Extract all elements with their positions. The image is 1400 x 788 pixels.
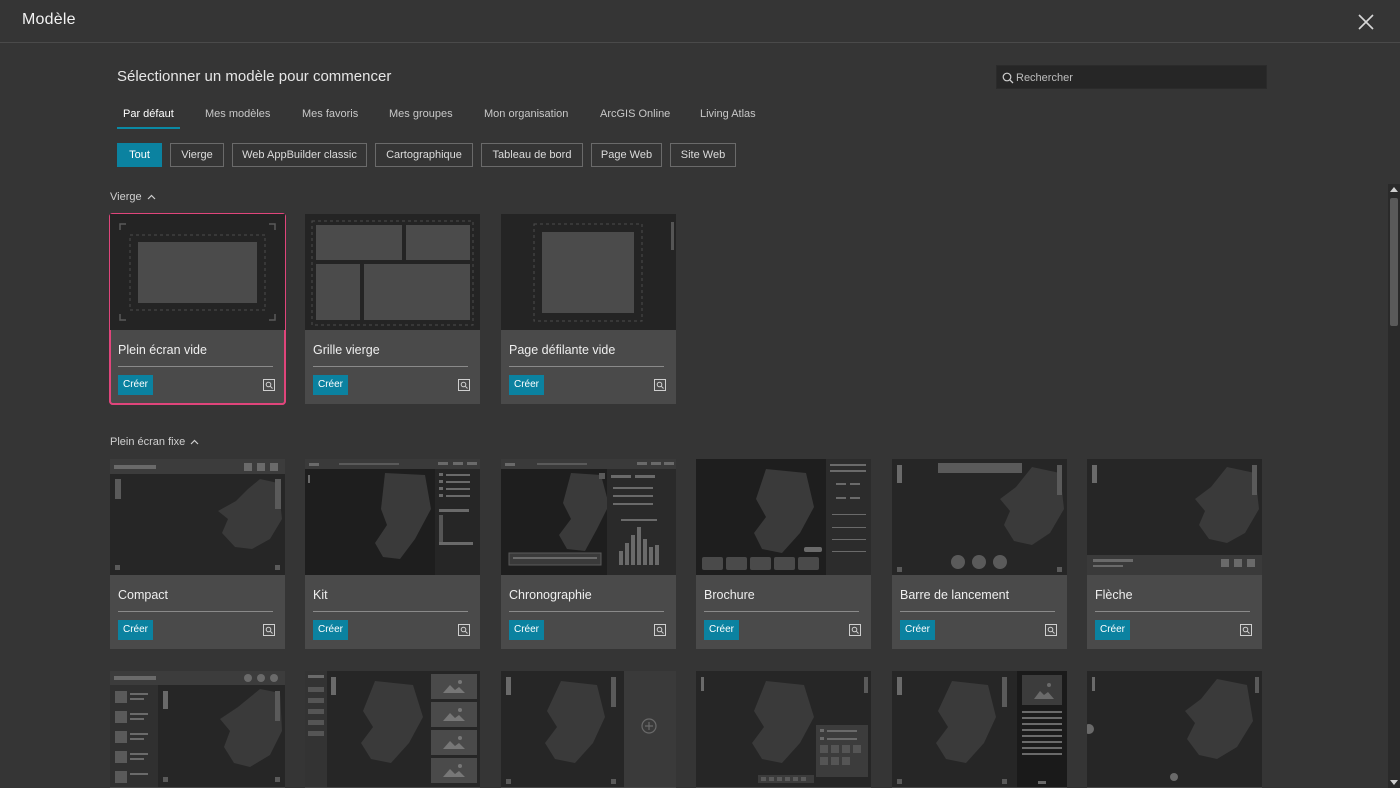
divider xyxy=(1095,611,1250,612)
filter-page-web[interactable]: Page Web xyxy=(591,143,662,167)
create-button[interactable]: Créer xyxy=(509,375,545,395)
divider xyxy=(509,611,664,612)
filter-tout[interactable]: Tout xyxy=(117,143,162,167)
tab-living-atlas[interactable]: Living Atlas xyxy=(700,108,756,129)
divider xyxy=(900,611,1055,612)
template-name: Chronographie xyxy=(509,588,592,602)
template-thumbnail xyxy=(110,214,285,330)
preview-icon[interactable] xyxy=(849,624,861,636)
preview-icon[interactable] xyxy=(458,379,470,391)
template-name: Flèche xyxy=(1095,588,1133,602)
filter-web-appbuilder[interactable]: Web AppBuilder classic xyxy=(232,143,367,167)
search-box[interactable] xyxy=(996,65,1267,89)
scrollbar-thumb[interactable] xyxy=(1390,198,1398,326)
create-button[interactable]: Créer xyxy=(704,620,740,640)
template-card-brochure[interactable]: Brochure Créer xyxy=(696,459,871,649)
create-button[interactable]: Créer xyxy=(313,620,349,640)
template-card[interactable] xyxy=(305,671,480,788)
template-card-page-defilante-vide[interactable]: Page défilante vide Créer xyxy=(501,214,676,404)
template-card[interactable] xyxy=(892,671,1067,788)
create-button[interactable]: Créer xyxy=(1095,620,1131,640)
create-button[interactable]: Créer xyxy=(509,620,545,640)
template-card[interactable] xyxy=(1087,671,1262,788)
page-heading: Sélectionner un modèle pour commencer xyxy=(117,68,392,85)
template-thumbnail xyxy=(892,459,1067,575)
divider xyxy=(118,366,273,367)
template-thumbnail xyxy=(1087,459,1262,575)
divider xyxy=(704,611,859,612)
scrollbar[interactable] xyxy=(1388,184,1400,788)
template-card-plein-ecran-vide[interactable]: Plein écran vide Créer xyxy=(109,213,286,405)
template-thumbnail xyxy=(696,459,871,575)
tab-mon-organisation[interactable]: Mon organisation xyxy=(484,108,568,129)
section-header-vierge[interactable]: Vierge xyxy=(110,191,156,203)
create-button[interactable]: Créer xyxy=(118,375,154,395)
create-button[interactable]: Créer xyxy=(900,620,936,640)
divider xyxy=(313,611,468,612)
template-name: Plein écran vide xyxy=(118,343,207,357)
section-title: Vierge xyxy=(110,191,142,203)
dialog-title: Modèle xyxy=(22,11,76,28)
preview-icon[interactable] xyxy=(654,624,666,636)
tab-arcgis-online[interactable]: ArcGIS Online xyxy=(600,108,670,129)
section-title: Plein écran fixe xyxy=(110,436,186,448)
divider xyxy=(313,366,468,367)
template-thumbnail xyxy=(305,459,480,575)
template-thumbnail xyxy=(892,671,1067,787)
create-button[interactable]: Créer xyxy=(313,375,349,395)
tab-mes-groupes[interactable]: Mes groupes xyxy=(389,108,453,129)
divider xyxy=(118,611,273,612)
template-thumbnail xyxy=(696,671,871,787)
tab-mes-modeles[interactable]: Mes modèles xyxy=(205,108,270,129)
preview-icon[interactable] xyxy=(263,624,275,636)
template-card-chronographie[interactable]: Chronographie Créer xyxy=(501,459,676,649)
filter-cartographique[interactable]: Cartographique xyxy=(375,143,473,167)
preview-icon[interactable] xyxy=(263,379,275,391)
template-card-kit[interactable]: Kit Créer xyxy=(305,459,480,649)
filter-tableau-de-bord[interactable]: Tableau de bord xyxy=(481,143,583,167)
template-card[interactable] xyxy=(696,671,871,788)
template-name: Page défilante vide xyxy=(509,343,616,357)
template-name: Brochure xyxy=(704,588,755,602)
scroll-up-arrow-icon[interactable] xyxy=(1390,186,1398,192)
template-thumbnail xyxy=(305,671,480,787)
template-card[interactable] xyxy=(501,671,676,788)
chevron-up-icon xyxy=(147,191,156,203)
template-name: Barre de lancement xyxy=(900,588,1010,602)
template-card-compact[interactable]: Compact Créer xyxy=(110,459,285,649)
template-card-barre-de-lancement[interactable]: Barre de lancement Créer xyxy=(892,459,1067,649)
search-input[interactable] xyxy=(1016,69,1256,86)
close-icon xyxy=(1358,14,1374,30)
template-thumbnail xyxy=(501,459,676,575)
template-name: Compact xyxy=(118,588,169,602)
search-icon xyxy=(1002,72,1014,84)
close-button[interactable] xyxy=(1356,12,1376,32)
preview-icon[interactable] xyxy=(458,624,470,636)
template-name: Grille vierge xyxy=(313,343,380,357)
template-card[interactable] xyxy=(110,671,285,788)
tab-par-defaut[interactable]: Par défaut xyxy=(117,108,180,129)
filter-vierge[interactable]: Vierge xyxy=(170,143,224,167)
filter-site-web[interactable]: Site Web xyxy=(670,143,736,167)
scroll-down-arrow-icon[interactable] xyxy=(1390,780,1398,786)
template-thumbnail xyxy=(305,214,480,330)
tab-mes-favoris[interactable]: Mes favoris xyxy=(302,108,358,129)
preview-icon[interactable] xyxy=(654,379,666,391)
create-button[interactable]: Créer xyxy=(118,620,154,640)
preview-icon[interactable] xyxy=(1045,624,1057,636)
template-card-grille-vierge[interactable]: Grille vierge Créer xyxy=(305,214,480,404)
template-name: Kit xyxy=(313,588,328,602)
dialog-titlebar: Modèle xyxy=(0,0,1400,43)
section-header-plein-ecran-fixe[interactable]: Plein écran fixe xyxy=(110,436,199,448)
preview-icon[interactable] xyxy=(1240,624,1252,636)
template-thumbnail xyxy=(501,671,676,787)
template-thumbnail xyxy=(501,214,676,330)
chevron-up-icon xyxy=(190,436,199,448)
template-thumbnail xyxy=(110,459,285,575)
template-thumbnail xyxy=(110,671,285,787)
template-card-fleche[interactable]: Flèche Créer xyxy=(1087,459,1262,649)
template-thumbnail xyxy=(1087,671,1262,787)
divider xyxy=(509,366,664,367)
